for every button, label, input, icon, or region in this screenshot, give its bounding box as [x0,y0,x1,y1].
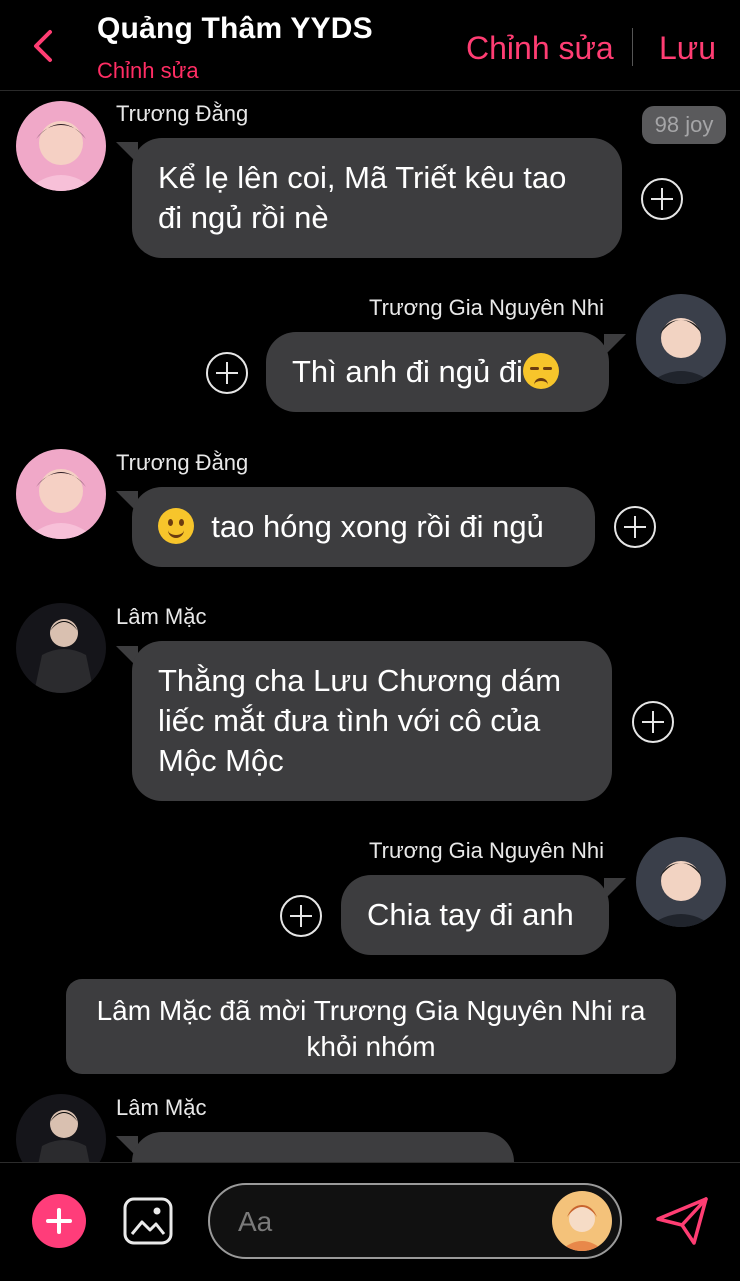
joy-badge: 98 joy [642,106,726,144]
avatar-truong-dang[interactable] [16,449,106,539]
sender-name: Trương Đằng [116,101,249,126]
sender-name: Trương Đằng [116,450,249,475]
composer-bar [0,1162,740,1281]
message-bubble[interactable]: tao hóng xong rồi đi ngủ [132,487,595,567]
send-icon [656,1197,708,1245]
react-button[interactable] [614,506,656,548]
chat-header: Quảng Thâm YYDS Chỉnh sửa Chỉnh sửa Lưu [0,0,740,91]
chat-subtitle: Chỉnh sửa [97,58,199,83]
avatar-lam-mac[interactable] [16,603,106,693]
save-button[interactable]: Lưu [659,30,716,67]
add-button[interactable] [32,1194,86,1248]
message-text: tao hóng xong rồi đi ngủ [211,509,544,544]
image-icon [123,1197,173,1245]
message-text: Thằng cha Lưu Chương dám liếc mắt đưa tì… [158,663,562,778]
sender-name: Lâm Mặc [116,604,207,629]
react-button[interactable] [280,895,322,937]
react-button[interactable] [632,701,674,743]
message-text: Kể lẹ lên coi, Mã Triết kêu tao đi ngủ r… [158,160,567,235]
message-text: Thì anh đi ngủ đi [292,354,523,389]
avatar-truong-gia-nguyen-nhi[interactable] [636,837,726,927]
message-text: Chia tay đi anh [367,897,574,932]
system-message: Lâm Mặc đã mời Trương Gia Nguyên Nhi ra … [66,979,676,1074]
message-bubble[interactable]: Chia tay đi anh [341,875,609,955]
message-input[interactable] [236,1201,530,1243]
avatar-truong-dang[interactable] [16,101,106,191]
avatar-truong-gia-nguyen-nhi[interactable] [636,294,726,384]
sender-name: Trương Gia Nguyên Nhi [369,838,604,863]
chevron-left-icon [34,30,52,62]
slightly-smiling-face-icon [158,507,194,544]
sender-name: Trương Gia Nguyên Nhi [369,295,604,320]
react-button[interactable] [206,352,248,394]
react-button[interactable] [641,178,683,220]
chat-title[interactable]: Quảng Thâm YYDS [97,12,373,46]
message-bubble[interactable]: Thằng cha Lưu Chương dám liếc mắt đưa tì… [132,641,612,801]
message-bubble[interactable]: Kể lẹ lên coi, Mã Triết kêu tao đi ngủ r… [132,138,622,258]
sender-name: Lâm Mặc [116,1095,207,1120]
back-button[interactable] [30,28,60,64]
header-divider [632,28,633,66]
unamused-face-icon [522,352,559,389]
message-input-field[interactable] [208,1183,622,1259]
message-bubble[interactable]: Thì anh đi ngủ đi [266,332,609,412]
send-button[interactable] [654,1193,710,1249]
sticker-button[interactable] [552,1191,612,1251]
edit-button[interactable]: Chỉnh sửa [466,30,614,67]
image-button[interactable] [122,1196,174,1246]
